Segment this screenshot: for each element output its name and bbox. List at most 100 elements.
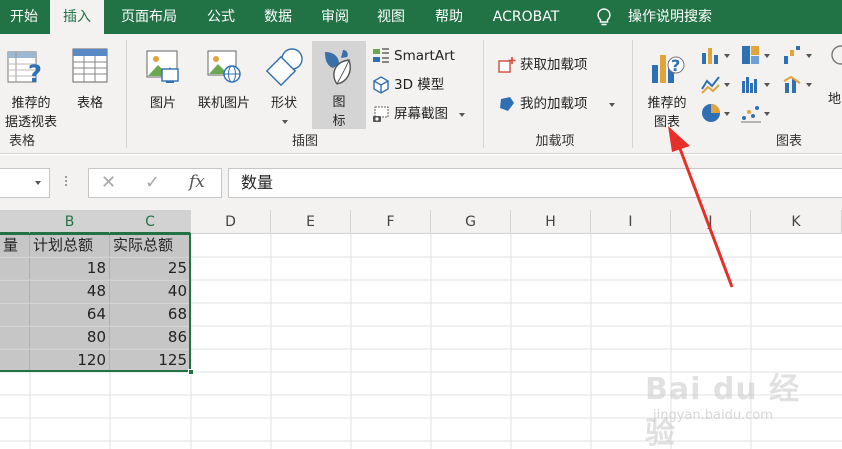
pivot-table-icon: ? [7, 51, 42, 88]
table-icon [72, 48, 108, 83]
pictures-button[interactable]: 图片 [138, 42, 188, 128]
column-header-c[interactable]: C [110, 210, 191, 234]
screenshot-label: 屏幕截图 [394, 106, 448, 122]
online-pictures-button[interactable]: 联机图片 [192, 42, 256, 128]
tab-data[interactable]: 数据 [254, 0, 302, 34]
scatter-chart-icon[interactable] [740, 102, 762, 124]
recommended-charts-label-1: 推荐的 [647, 96, 687, 111]
pictures-label: 图片 [149, 96, 176, 111]
svg-text:?: ? [671, 56, 680, 75]
tell-me-search[interactable]: 操作说明搜索 [628, 0, 712, 34]
pivot-label-2: 据透视表 [4, 115, 57, 130]
3d-models-button[interactable]: 3D 模型 [372, 75, 472, 95]
ribbon-tab-bar: 开始 插入 页面布局 公式 数据 审阅 视图 帮助 ACROBAT 操作说明搜索 [0, 0, 842, 36]
table-button[interactable]: 表格 [66, 42, 114, 128]
chevron-down-icon [806, 54, 812, 58]
pivot-label-1: 推荐的 [11, 96, 51, 111]
screenshot-icon [373, 106, 389, 122]
worksheet-grid: B C D E F G H I J K 量 计划总额 实际总额 18 25 48… [0, 210, 842, 449]
formula-bar-grip[interactable] [64, 174, 68, 192]
chevron-down-icon [609, 103, 615, 107]
store-plus-icon [498, 57, 516, 73]
lightbulb-icon [597, 8, 611, 26]
tab-view[interactable]: 视图 [366, 0, 416, 34]
maps-button[interactable]: 地 [828, 90, 842, 110]
column-header-h[interactable]: H [511, 210, 591, 234]
tab-home[interactable]: 开始 [0, 0, 48, 34]
fill-handle[interactable] [188, 369, 194, 375]
chevron-down-icon [35, 181, 41, 185]
chevron-down-icon [764, 112, 770, 116]
column-header-d[interactable]: D [191, 210, 271, 234]
tab-page-layout[interactable]: 页面布局 [110, 0, 188, 34]
chevron-down-icon [764, 54, 770, 58]
tab-formulas[interactable]: 公式 [194, 0, 248, 34]
formula-value: 数量 [241, 173, 274, 192]
chevron-down-icon [724, 112, 730, 116]
shapes-button[interactable]: 形状 [260, 42, 308, 128]
icons-label-1: 图 [332, 95, 346, 110]
recommended-chart-icon: ? [652, 55, 685, 83]
get-addins-button[interactable]: 获取加载项 [498, 55, 610, 75]
my-addins-label: 我的加载项 [520, 96, 588, 112]
tab-acrobat[interactable]: ACROBAT [484, 0, 568, 34]
statistic-chart-icon[interactable] [740, 73, 762, 95]
column-header-j[interactable]: J [671, 210, 751, 234]
insert-function-icon[interactable]: fx [189, 172, 205, 192]
online-pictures-label: 联机图片 [197, 96, 250, 111]
column-chart-icon[interactable] [700, 44, 722, 66]
hierarchy-chart-icon[interactable] [740, 44, 762, 66]
column-header-f[interactable]: F [351, 210, 431, 234]
combo-chart-icon[interactable] [782, 73, 804, 95]
column-header-i[interactable]: I [591, 210, 671, 234]
chevron-down-icon [724, 83, 730, 87]
formula-input[interactable]: 数量 [228, 168, 842, 198]
bird-leaf-icon [325, 50, 351, 85]
recommended-pivottable-button[interactable]: ? 推荐的 据透视表 [0, 42, 62, 130]
group-label-charts: 图表 [775, 134, 802, 149]
get-addins-label: 获取加载项 [520, 57, 588, 73]
chevron-down-icon [764, 83, 770, 87]
column-header-g[interactable]: G [431, 210, 511, 234]
tab-help[interactable]: 帮助 [424, 0, 474, 34]
group-label-illustrations: 插图 [291, 134, 318, 149]
shapes-icon [265, 48, 303, 86]
column-header-a[interactable] [0, 210, 30, 234]
tab-insert[interactable]: 插入 [50, 0, 104, 36]
enter-icon[interactable]: ✓ [145, 172, 160, 193]
column-header-k[interactable]: K [751, 210, 842, 234]
chevron-down-icon [282, 120, 288, 124]
baidu-watermark: Bai du 经验 jingyan.baidu.com [645, 364, 805, 449]
my-addins-button[interactable]: 我的加载项 [498, 94, 620, 114]
online-picture-icon [207, 50, 241, 83]
chevron-down-icon [806, 83, 812, 87]
icons-button[interactable]: 图 标 [312, 41, 366, 129]
shapes-label: 形状 [270, 96, 297, 111]
cancel-icon[interactable]: ✕ [101, 172, 116, 193]
watermark-brand: Bai du 经验 [645, 372, 801, 449]
group-label-addins: 加载项 [535, 134, 575, 149]
waterfall-chart-icon[interactable] [782, 44, 804, 66]
chevron-down-icon [724, 54, 730, 58]
map-chart-icon[interactable] [830, 44, 842, 66]
pie-chart-icon[interactable] [700, 102, 722, 124]
group-separator [126, 40, 127, 148]
cube-icon [373, 76, 389, 94]
maps-label-cut: 地 [828, 92, 842, 107]
name-box[interactable] [0, 168, 50, 198]
smartart-button[interactable]: SmartArt [372, 46, 472, 66]
formula-buttons: ✕ ✓ fx [88, 168, 222, 198]
table-label: 表格 [76, 96, 103, 111]
chevron-down-icon [459, 113, 465, 117]
picture-icon [146, 50, 179, 83]
ribbon-insert-panel: ? 推荐的 据透视表 表格 表格 图片 联机图片 形状 图 标 SmartArt… [0, 34, 842, 154]
puzzle-icon [500, 97, 514, 111]
screenshot-button[interactable]: 屏幕截图 [372, 104, 472, 124]
svg-text:?: ? [28, 60, 42, 88]
column-header-b[interactable]: B [30, 210, 110, 234]
recommended-charts-button[interactable]: ? 推荐的 图表 [640, 42, 694, 130]
column-header-e[interactable]: E [271, 210, 351, 234]
tab-review[interactable]: 审阅 [310, 0, 360, 34]
line-chart-icon[interactable] [700, 73, 722, 95]
3d-models-label: 3D 模型 [394, 77, 445, 93]
